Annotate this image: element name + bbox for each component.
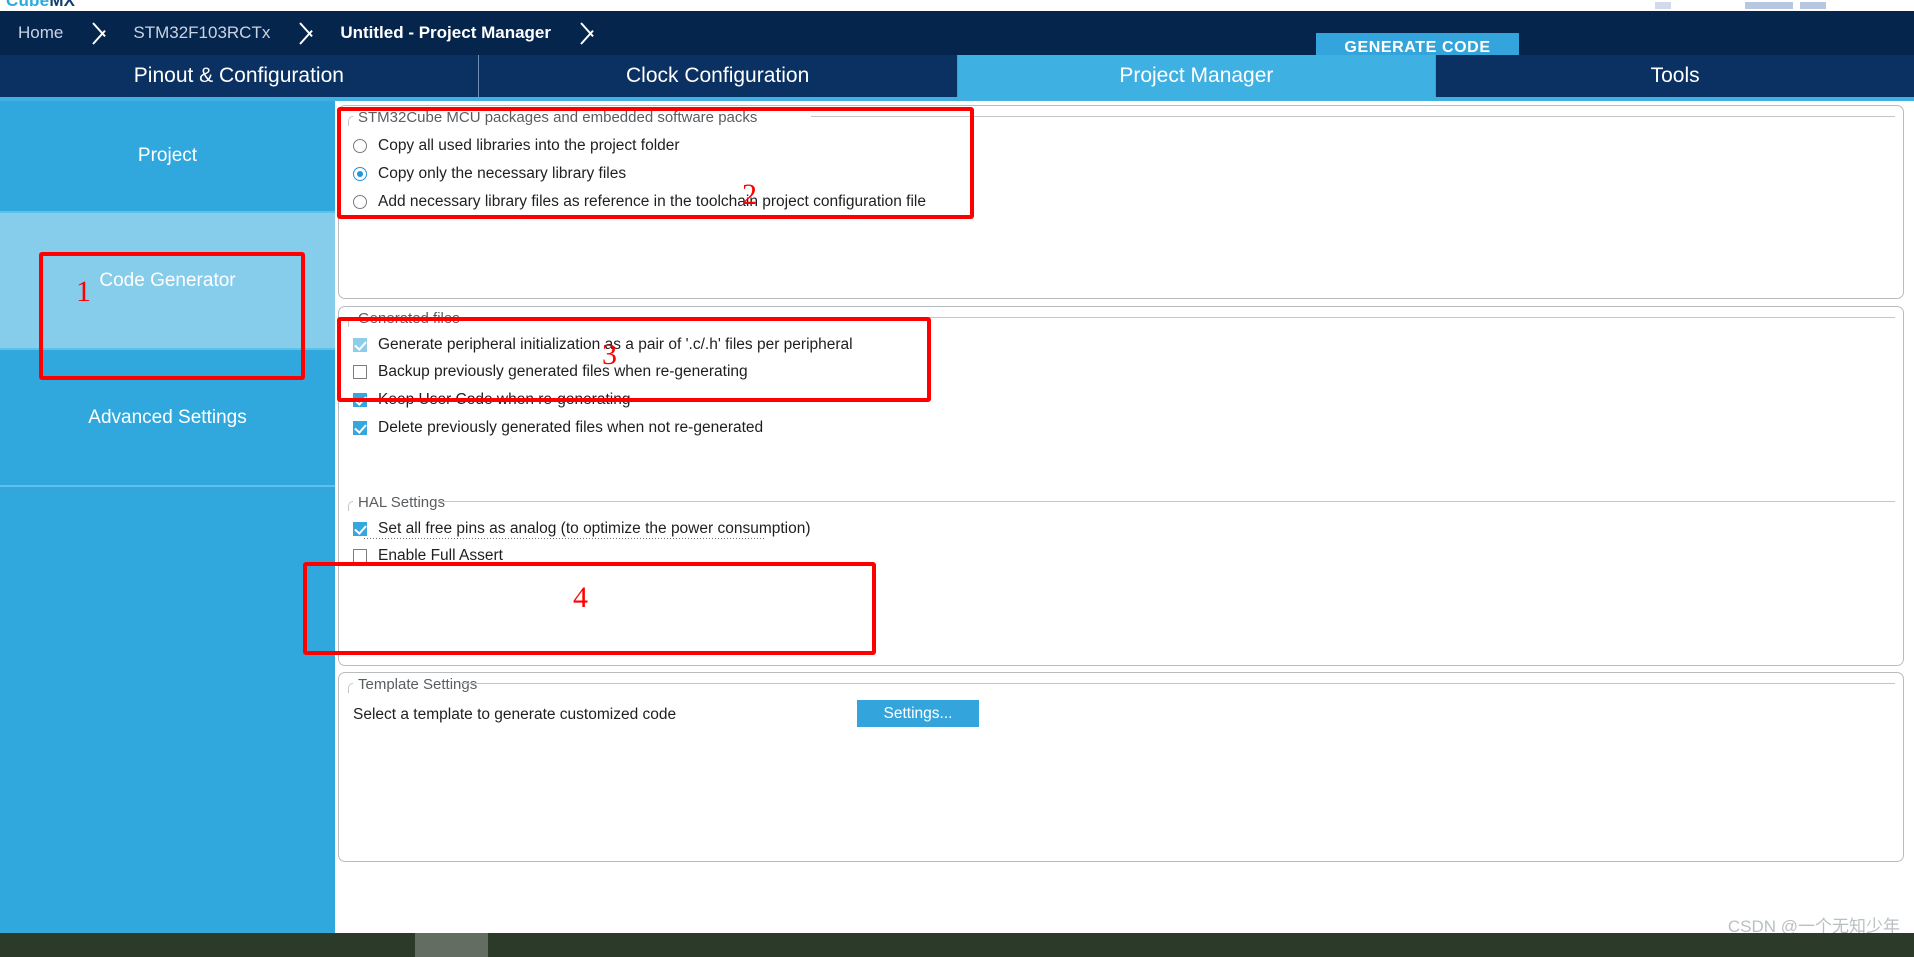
radio-copy-all-libraries[interactable]: Copy all used libraries into the project… bbox=[353, 137, 680, 155]
template-settings-button[interactable]: Settings... bbox=[857, 700, 979, 727]
breadcrumb-item-mcu[interactable]: STM32F103RCTx bbox=[115, 11, 296, 55]
checkbox-icon[interactable] bbox=[353, 338, 367, 352]
tab-project-manager[interactable]: Project Manager bbox=[957, 55, 1437, 97]
checkbox-label: Set all free pins as analog (to optimize… bbox=[378, 520, 811, 537]
template-settings-description: Select a template to generate customized… bbox=[353, 706, 677, 723]
checkbox-icon[interactable] bbox=[353, 365, 367, 379]
radio-label: Add necessary library files as reference… bbox=[378, 193, 926, 210]
toolbar-icon-ghost-2[interactable] bbox=[1745, 2, 1793, 9]
breadcrumb: Home STM32F103RCTx Untitled - Project Ma… bbox=[0, 11, 603, 55]
checkbox-label: Generate peripheral initialization as a … bbox=[378, 336, 853, 353]
focus-underline bbox=[364, 538, 766, 539]
generated-files-group-rule bbox=[446, 317, 1895, 318]
checkbox-delete-previously-generated[interactable]: Delete previously generated files when n… bbox=[353, 419, 763, 437]
breadcrumb-bar: Home STM32F103RCTx Untitled - Project Ma… bbox=[0, 11, 1914, 62]
hal-settings-group-rule bbox=[438, 501, 1895, 502]
checkbox-icon[interactable] bbox=[353, 393, 367, 407]
packages-group-title: STM32Cube MCU packages and embedded soft… bbox=[353, 109, 763, 126]
tab-clock-configuration[interactable]: Clock Configuration bbox=[478, 55, 958, 97]
checkbox-enable-full-assert[interactable]: Enable Full Assert bbox=[353, 547, 503, 565]
radio-copy-only-necessary[interactable]: Copy only the necessary library files bbox=[353, 165, 626, 183]
breadcrumb-item-project-manager[interactable]: Untitled - Project Manager bbox=[322, 11, 577, 55]
radio-icon[interactable] bbox=[353, 139, 367, 153]
checkbox-label: Backup previously generated files when r… bbox=[378, 363, 748, 380]
radio-add-as-reference[interactable]: Add necessary library files as reference… bbox=[353, 193, 926, 211]
packages-panel: STM32Cube MCU packages and embedded soft… bbox=[338, 105, 1904, 299]
code-generator-content: STM32Cube MCU packages and embedded soft… bbox=[335, 101, 1914, 933]
taskbar-segment-right bbox=[488, 933, 1914, 957]
sidebar-empty-area bbox=[0, 487, 335, 933]
checkbox-icon[interactable] bbox=[353, 421, 367, 435]
tab-pinout-configuration[interactable]: Pinout & Configuration bbox=[0, 55, 479, 97]
toolbar-icon-ghost-3[interactable] bbox=[1800, 2, 1826, 9]
chevron-right-icon bbox=[577, 11, 607, 55]
template-settings-group-rule bbox=[461, 683, 1895, 684]
logo-mx-text: MX bbox=[49, 0, 76, 10]
logo-cube-text: Cube bbox=[6, 0, 50, 10]
sidebar-item-advanced-settings[interactable]: Advanced Settings bbox=[0, 350, 335, 487]
template-settings-panel: Template Settings Select a template to g… bbox=[338, 672, 1904, 862]
taskbar-segment-left bbox=[0, 933, 415, 957]
hal-settings-group-title: HAL Settings bbox=[353, 494, 450, 511]
checkbox-set-free-pins-analog[interactable]: Set all free pins as analog (to optimize… bbox=[353, 520, 811, 538]
generated-files-panel: Generated files Generate peripheral init… bbox=[338, 306, 1904, 666]
taskbar-active-item[interactable] bbox=[415, 933, 488, 957]
application-toolbar-strip: CubeMX bbox=[0, 0, 1914, 11]
desktop-taskbar bbox=[0, 933, 1914, 957]
sidebar-item-code-generator[interactable]: Code Generator bbox=[0, 213, 335, 350]
radio-icon[interactable] bbox=[353, 195, 367, 209]
generated-files-group-title: Generated files bbox=[353, 310, 465, 327]
main-tab-bar: Pinout & Configuration Clock Configurati… bbox=[0, 55, 1914, 97]
checkbox-keep-user-code[interactable]: Keep User Code when re-generating bbox=[353, 391, 630, 409]
checkbox-label: Keep User Code when re-generating bbox=[378, 391, 631, 408]
toolbar-icon-ghost-1[interactable] bbox=[1655, 2, 1671, 9]
checkbox-backup-previously-generated[interactable]: Backup previously generated files when r… bbox=[353, 363, 748, 381]
project-manager-sidebar: Project Code Generator Advanced Settings bbox=[0, 101, 335, 933]
radio-label: Copy only the necessary library files bbox=[378, 165, 627, 182]
checkbox-icon[interactable] bbox=[353, 549, 367, 563]
radio-label: Copy all used libraries into the project… bbox=[378, 137, 680, 154]
checkbox-generate-peripheral-init[interactable]: Generate peripheral initialization as a … bbox=[353, 336, 853, 354]
tab-tools[interactable]: Tools bbox=[1436, 55, 1914, 97]
cubemx-logo: CubeMX bbox=[6, 0, 75, 11]
breadcrumb-item-home[interactable]: Home bbox=[0, 11, 89, 55]
checkbox-icon[interactable] bbox=[353, 522, 367, 536]
stm32cubemx-window: CubeMX Home STM32F103RCTx Untitled - Pro… bbox=[0, 0, 1914, 957]
checkbox-label: Enable Full Assert bbox=[378, 547, 503, 564]
packages-group-rule bbox=[811, 116, 1895, 117]
radio-icon[interactable] bbox=[353, 167, 367, 181]
sidebar-item-project[interactable]: Project bbox=[0, 101, 335, 213]
template-settings-group-title: Template Settings bbox=[353, 676, 483, 693]
checkbox-label: Delete previously generated files when n… bbox=[378, 419, 764, 436]
